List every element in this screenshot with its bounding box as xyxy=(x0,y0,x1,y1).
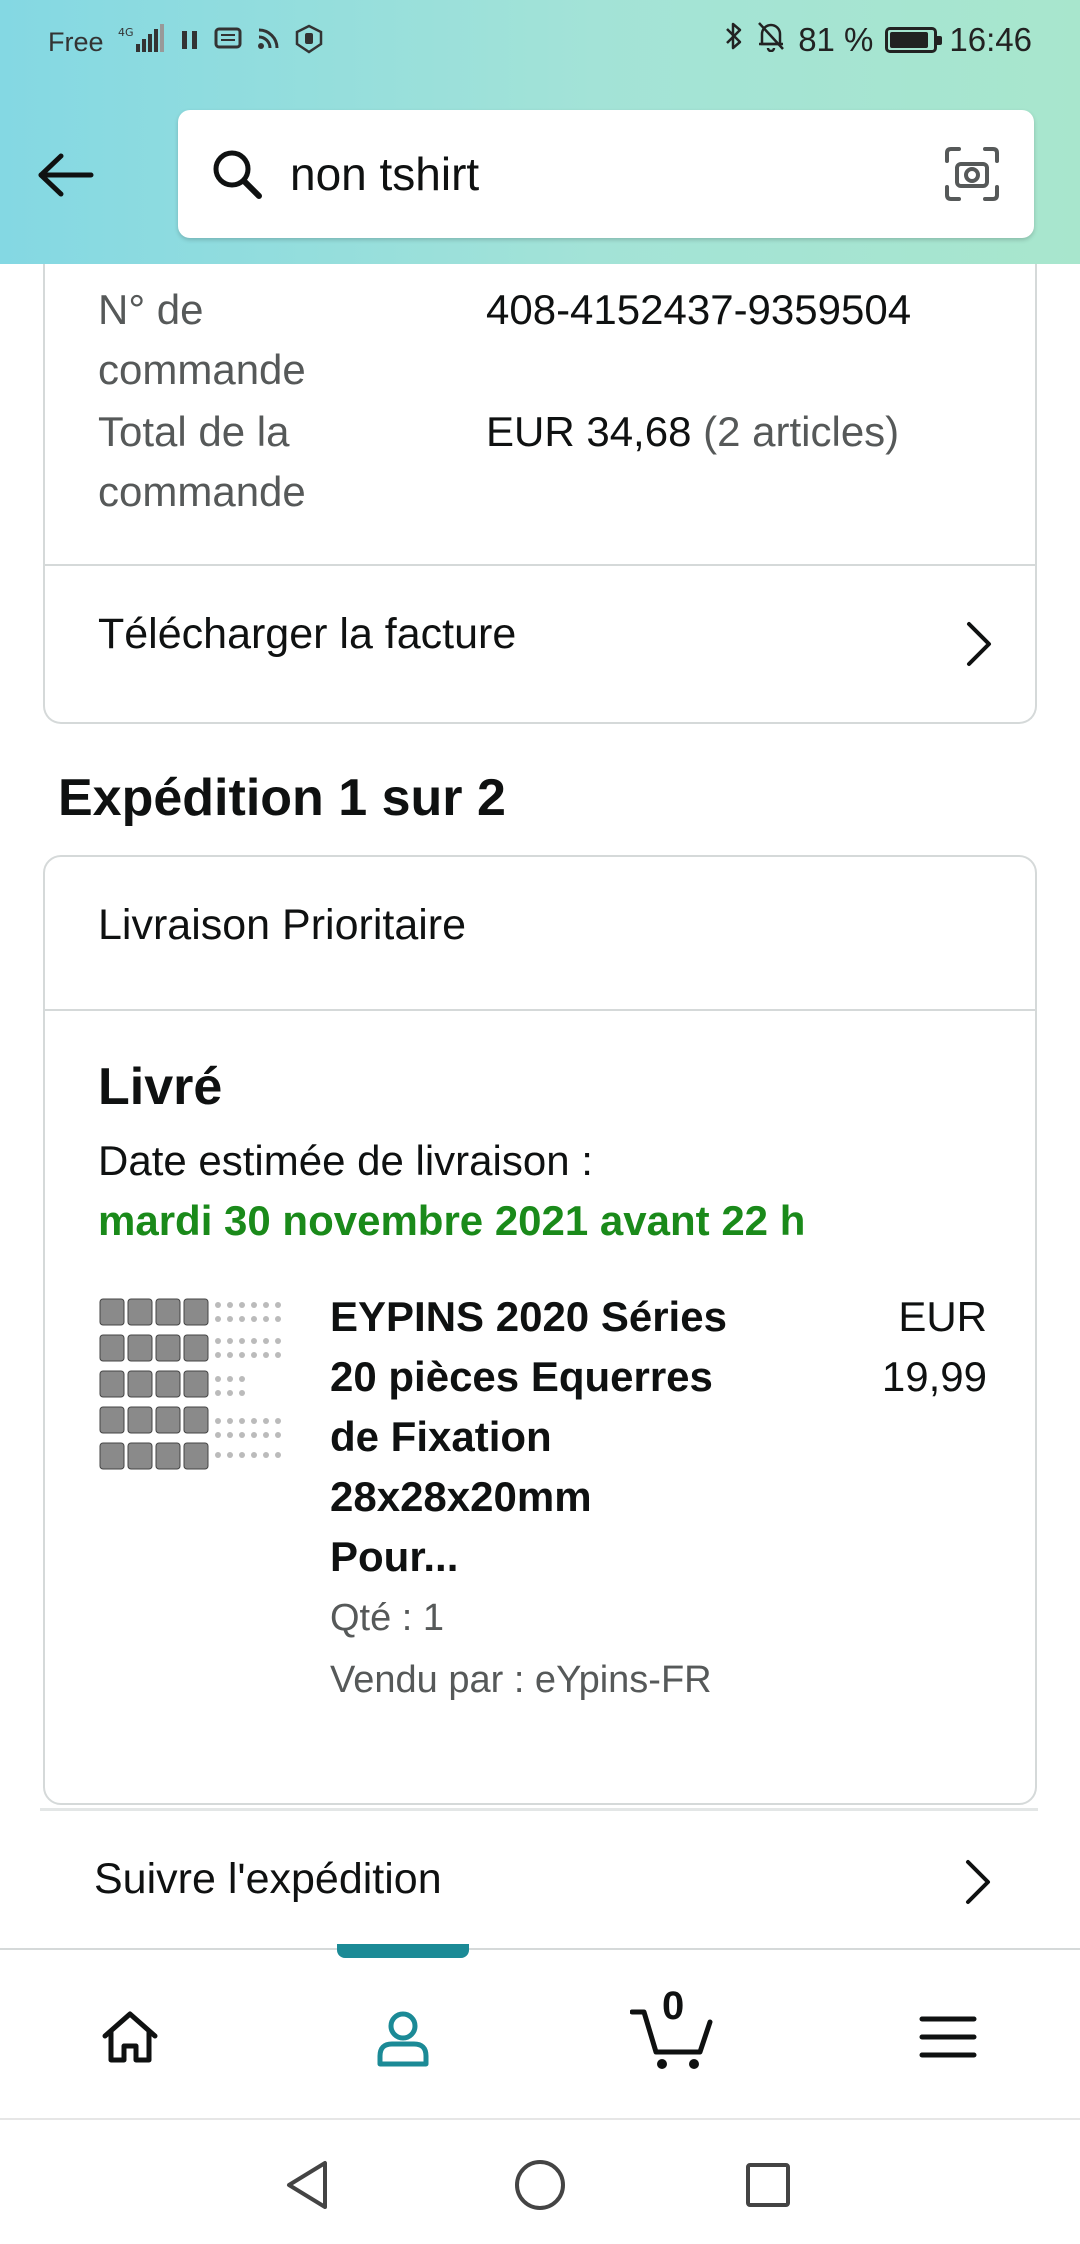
product-price: EUR 19,99 xyxy=(881,1293,987,1400)
delivery-type: Livraison Prioritaire xyxy=(98,901,467,949)
clock: 16:46 xyxy=(949,21,1032,58)
message-icon xyxy=(214,27,242,58)
signal-icon: 4G xyxy=(118,24,166,61)
system-home-button[interactable] xyxy=(505,2150,575,2220)
home-icon xyxy=(102,2011,158,2063)
track-shipment-label: Suivre l'expédition xyxy=(94,1855,442,1903)
search-input[interactable]: non tshirt xyxy=(290,147,942,201)
download-invoice-row[interactable]: Télécharger la facture xyxy=(45,566,1035,722)
camera-scan-icon[interactable] xyxy=(942,144,1002,204)
search-bar[interactable]: non tshirt xyxy=(178,110,1034,238)
shipment-card: Livraison Prioritaire Livré Date estimée… xyxy=(43,855,1037,1805)
pause-icon xyxy=(180,27,200,58)
download-invoice-label: Télécharger la facture xyxy=(98,610,517,658)
bluetooth-icon xyxy=(724,20,744,60)
rss-icon xyxy=(256,27,280,58)
order-total-amount: EUR 34,68 xyxy=(486,408,692,455)
bell-off-icon xyxy=(756,20,786,60)
product-seller: Vendu par : eYpins-FR xyxy=(330,1659,712,1701)
track-shipment-row[interactable]: Suivre l'expédition xyxy=(40,1808,1038,1948)
order-total-items: (2 articles) xyxy=(703,408,900,455)
battery-icon xyxy=(885,27,943,53)
order-number-label: N° de commande xyxy=(98,286,306,393)
arrow-left-icon xyxy=(38,153,94,197)
bottom-nav: 0 xyxy=(0,1944,1080,2116)
nav-account[interactable] xyxy=(358,1992,448,2082)
product-title[interactable]: EYPINS 2020 Séries 20 pièces Equerres de… xyxy=(330,1287,760,1587)
triangle-back-icon xyxy=(287,2161,327,2209)
nav-menu[interactable] xyxy=(903,1992,993,2082)
circle-home-icon xyxy=(515,2160,565,2210)
order-total-label: Total de la commande xyxy=(98,408,306,515)
nav-cart[interactable]: 0 xyxy=(628,1984,718,2082)
system-back-button[interactable] xyxy=(274,2150,344,2220)
status-right: 81 % 16:46 xyxy=(724,20,1032,60)
chevron-right-icon xyxy=(958,1857,998,1907)
order-number-value: 408-4152437-9359504 xyxy=(486,286,912,333)
status-left: Free 4G xyxy=(48,24,324,61)
battery-percent: 81 % xyxy=(798,21,874,58)
system-recents-button[interactable] xyxy=(733,2150,803,2220)
square-recents-icon xyxy=(746,2163,790,2207)
status-bar: Free 4G 81 % 16:46 xyxy=(0,0,1080,84)
product-image[interactable] xyxy=(98,1297,282,1477)
product-quantity: Qté : 1 xyxy=(330,1597,445,1639)
estimated-date-value: mardi 30 novembre 2021 avant 22 h xyxy=(98,1197,806,1244)
person-icon xyxy=(377,2011,429,2067)
system-nav-bar xyxy=(0,2118,1080,2244)
app-header: Free 4G 81 % 16:46 non tshirt xyxy=(0,0,1080,264)
svg-text:4G: 4G xyxy=(118,26,134,39)
order-total-value: EUR 34,68 (2 articles) xyxy=(486,402,899,462)
estimated-date-label: Date estimée de livraison : xyxy=(98,1137,593,1184)
delivery-status: Livré xyxy=(98,1058,223,1116)
chevron-right-icon xyxy=(959,619,999,669)
search-icon xyxy=(206,143,268,205)
back-button[interactable] xyxy=(30,140,100,210)
cart-count: 0 xyxy=(662,1984,685,2028)
divider xyxy=(45,1009,1035,1011)
hamburger-menu-icon xyxy=(919,2016,977,2058)
shipment-title: Expédition 1 sur 2 xyxy=(58,769,506,827)
carrier-label: Free xyxy=(48,27,104,57)
nav-home[interactable] xyxy=(85,1992,175,2082)
active-tab-indicator xyxy=(337,1944,469,1958)
hand-icon xyxy=(294,24,324,61)
